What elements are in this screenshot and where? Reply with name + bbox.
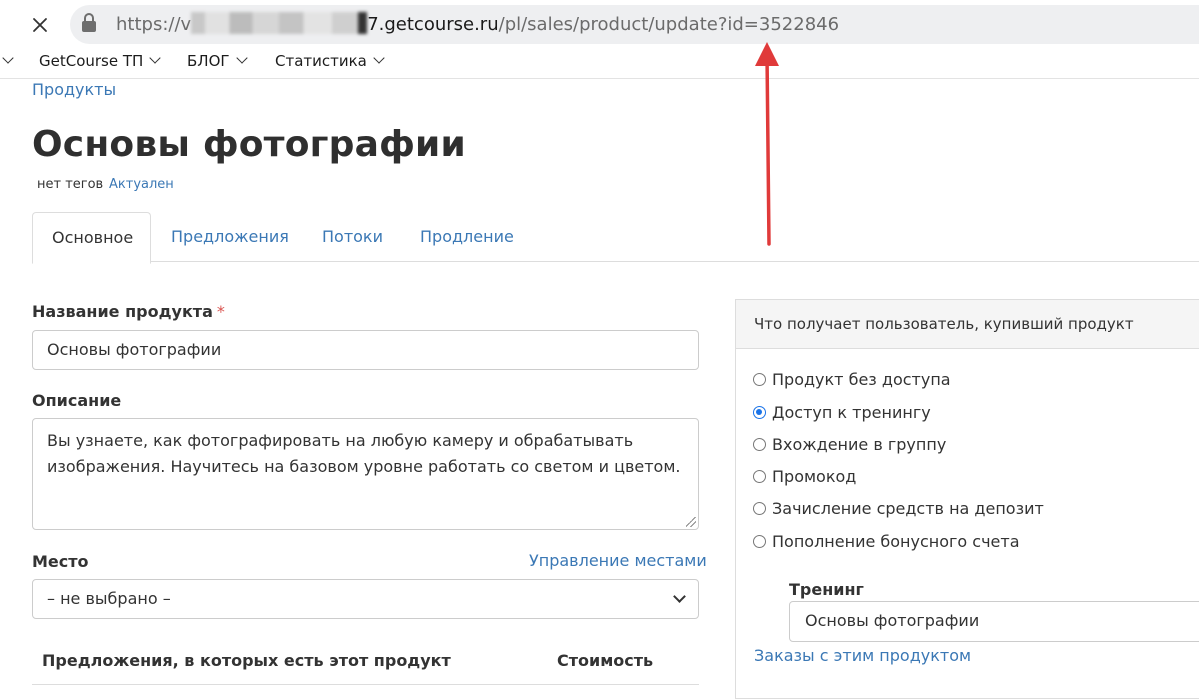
product-name-input[interactable]: Основы фотографии: [32, 330, 699, 370]
bookmark-label: Статистика: [275, 52, 367, 70]
tab-renewal[interactable]: Продление: [401, 212, 533, 262]
url-blurred-segment: v: [180, 14, 192, 35]
chevron-down-icon: [149, 52, 161, 64]
option-bonus[interactable]: Пополнение бонусного счета: [753, 532, 1020, 551]
bookmark-overflow[interactable]: [0, 52, 14, 70]
bookmark-blog[interactable]: БЛОГ: [187, 52, 248, 70]
url-scheme: https://: [116, 14, 181, 35]
url-text[interactable]: https://v 7.getcourse.ru/pl/sales/product…: [116, 12, 839, 35]
option-promocode[interactable]: Промокод: [753, 467, 856, 486]
radio-icon[interactable]: [753, 502, 766, 515]
tab-streams[interactable]: Потоки: [303, 212, 402, 262]
chevron-down-icon: [2, 52, 14, 64]
radio-icon[interactable]: [753, 438, 766, 451]
bookmark-getcourse-tp[interactable]: GetCourse ТП: [39, 52, 161, 70]
price-column-header: Стоимость: [557, 651, 654, 670]
option-training-access[interactable]: Доступ к тренингу: [753, 403, 931, 422]
table-header-divider: [32, 684, 699, 685]
option-deposit[interactable]: Зачисление средств на депозит: [753, 499, 1044, 518]
training-label: Тренинг: [789, 580, 864, 599]
bookmark-label: GetCourse ТП: [39, 52, 144, 70]
chevron-down-icon: [373, 52, 385, 64]
option-no-access[interactable]: Продукт без доступа: [753, 370, 951, 389]
place-label: Место: [32, 552, 89, 571]
chevron-down-icon: [673, 590, 686, 603]
option-label: Зачисление средств на депозит: [772, 499, 1044, 518]
url-path: /pl/sales/product/update?id=3522846: [498, 14, 840, 35]
manage-places-link[interactable]: Управление местами: [529, 551, 707, 570]
radio-icon[interactable]: [753, 373, 766, 386]
option-label: Промокод: [772, 467, 857, 486]
tab-main[interactable]: Основное: [32, 212, 151, 264]
radio-selected-icon[interactable]: [753, 406, 766, 419]
panel-title: Что получает пользователь, купивший прод…: [754, 315, 1134, 333]
description-label: Описание: [32, 391, 122, 410]
name-label: Название продукта *: [32, 302, 225, 321]
radio-icon[interactable]: [753, 535, 766, 548]
url-domain: 7.getcourse.ru: [367, 14, 499, 35]
option-label: Продукт без доступа: [772, 370, 951, 389]
chevron-down-icon: [235, 52, 248, 64]
orders-with-product-link[interactable]: Заказы с этим продуктом: [754, 646, 971, 665]
red-arrow-annotation: [755, 42, 779, 246]
lock-icon[interactable]: [80, 12, 98, 34]
option-label: Пополнение бонусного счета: [772, 532, 1020, 551]
description-textarea[interactable]: Вы узнаете, как фотографировать на любую…: [32, 418, 699, 530]
breadcrumb-products[interactable]: Продукты: [32, 80, 116, 99]
status-link[interactable]: Актуален: [109, 177, 174, 192]
resize-handle-icon[interactable]: [686, 517, 696, 527]
option-group-join[interactable]: Вхождение в группу: [753, 435, 946, 454]
training-select[interactable]: Основы фотографии: [789, 601, 1199, 642]
radio-icon[interactable]: [753, 470, 766, 483]
tab-offers[interactable]: Предложения: [152, 212, 308, 262]
tags-label: нет тегов: [37, 177, 104, 192]
option-label: Доступ к тренингу: [772, 403, 931, 422]
place-select-value: – не выбрано –: [47, 589, 171, 608]
description-text: Вы узнаете, как фотографировать на любую…: [47, 431, 681, 476]
required-mark: *: [216, 302, 225, 321]
bookmark-label: БЛОГ: [187, 52, 230, 70]
bookmark-statistics[interactable]: Статистика: [275, 52, 385, 70]
place-select[interactable]: – не выбрано –: [32, 579, 699, 619]
redacted-url-part: [191, 12, 368, 34]
page-title: Основы фотографии: [32, 124, 466, 165]
bookmarks-bar: [0, 50, 1199, 79]
option-label: Вхождение в группу: [772, 435, 947, 454]
name-label-text: Название продукта: [32, 302, 213, 321]
offers-column-header: Предложения, в которых есть этот продукт: [42, 651, 451, 670]
close-icon[interactable]: [26, 11, 54, 39]
